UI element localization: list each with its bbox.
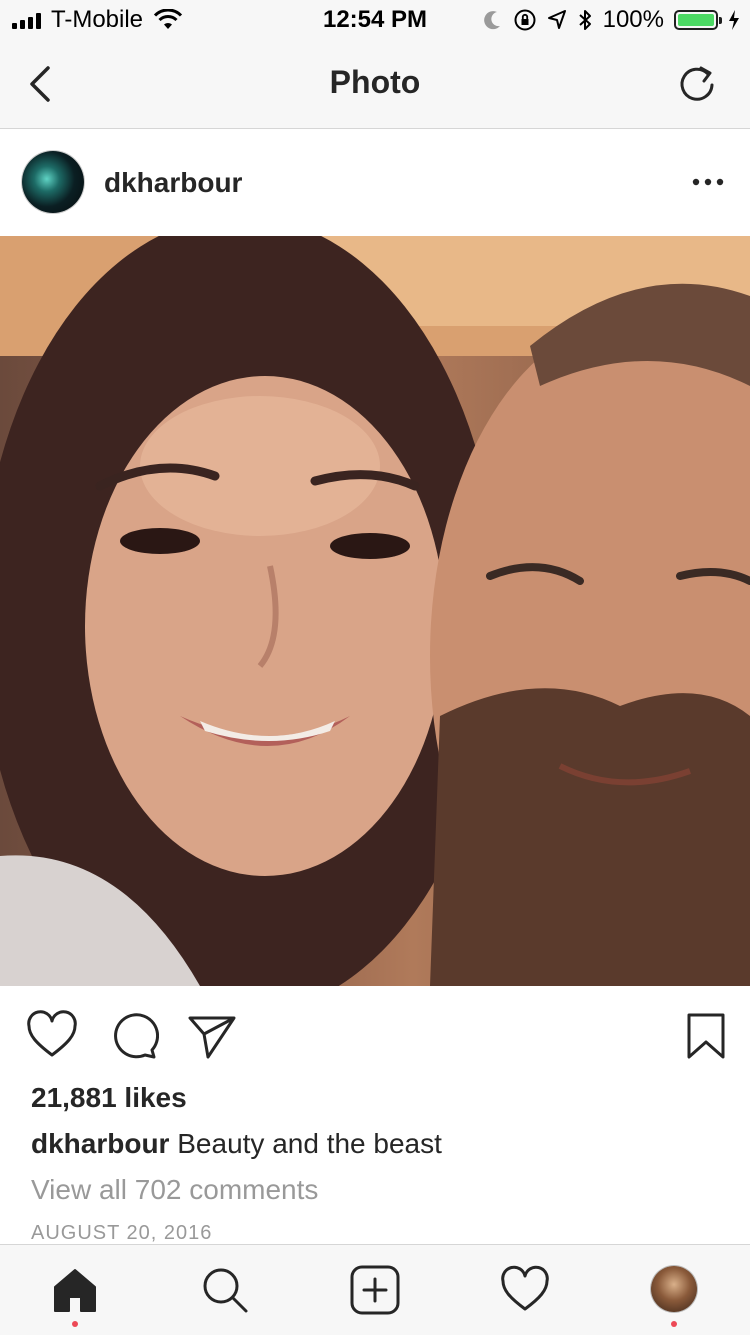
post-caption: dkharbour Beauty and the beast xyxy=(31,1128,442,1160)
tab-bar xyxy=(0,1244,750,1335)
status-bar: T-Mobile 12:54 PM 100% xyxy=(0,0,750,40)
post-username[interactable]: dkharbour xyxy=(104,167,242,199)
profile-notification-dot xyxy=(671,1321,677,1327)
avatar[interactable] xyxy=(22,151,84,213)
page-title: Photo xyxy=(329,64,421,100)
location-icon xyxy=(547,10,566,29)
battery-percent: 100% xyxy=(602,6,664,33)
charging-icon xyxy=(729,10,739,30)
caption-username[interactable]: dkharbour xyxy=(31,1128,169,1159)
post-photo[interactable] xyxy=(0,236,750,986)
activity-heart-icon[interactable] xyxy=(500,1265,550,1315)
post-photo-image xyxy=(0,236,750,986)
refresh-icon[interactable] xyxy=(674,62,720,108)
post-header: dkharbour xyxy=(0,129,750,235)
comment-icon[interactable] xyxy=(107,1010,159,1062)
rotation-lock-icon xyxy=(514,9,536,31)
bookmark-icon[interactable] xyxy=(680,1010,732,1062)
navigation-bar: Photo xyxy=(0,40,750,129)
more-horizontal-icon[interactable] xyxy=(688,169,728,195)
share-icon[interactable] xyxy=(186,1010,238,1062)
caption-text: Beauty and the beast xyxy=(177,1128,442,1159)
profile-avatar[interactable] xyxy=(651,1266,697,1312)
battery-icon xyxy=(674,10,722,30)
post-date: AUGUST 20, 2016 xyxy=(31,1222,213,1244)
like-count[interactable]: 21,881 likes xyxy=(31,1082,187,1114)
bluetooth-icon xyxy=(578,10,591,30)
view-comments-link[interactable]: View all 702 comments xyxy=(31,1174,318,1206)
heart-icon[interactable] xyxy=(26,1010,78,1062)
post-actions xyxy=(0,986,750,1082)
status-right: 100% xyxy=(483,6,740,34)
search-icon[interactable] xyxy=(200,1265,250,1315)
add-post-icon[interactable] xyxy=(350,1265,400,1315)
moon-icon xyxy=(483,11,500,30)
home-notification-dot xyxy=(72,1321,78,1327)
home-icon[interactable] xyxy=(50,1265,100,1315)
